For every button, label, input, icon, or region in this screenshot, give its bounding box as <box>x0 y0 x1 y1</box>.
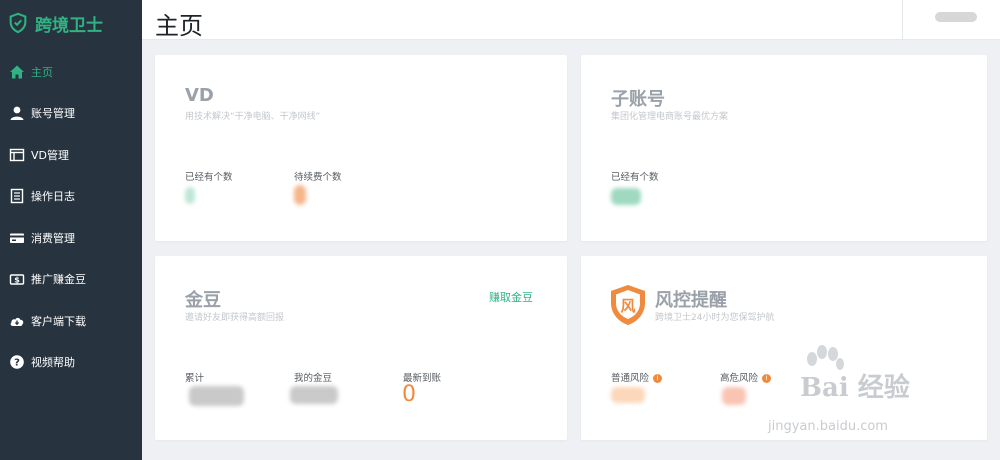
brand-logo[interactable]: 跨境卫士 <box>0 0 142 46</box>
promote-icon: $ <box>9 271 25 287</box>
beans-latest-value: 0 <box>402 382 416 407</box>
sidebar-item-label: VD管理 <box>31 148 69 162</box>
log-icon <box>9 188 25 204</box>
watermark-main: Bai 经验 <box>800 373 910 403</box>
watermark-sub: jingyan.baidu.com <box>768 419 888 434</box>
sidebar-item-label: 推广赚金豆 <box>31 273 86 287</box>
risk-shield-icon: 风 <box>608 283 648 327</box>
card-title: 金豆 <box>185 290 221 311</box>
beans-mine-label: 我的金豆 <box>294 373 333 384</box>
user-icon <box>9 105 25 121</box>
risk-normal-label: 普通风险 i <box>611 370 663 384</box>
sidebar-nav: 主页 账号管理 VD管理 操作日志 消费管理 $ 推广赚金豆 客户端下载 ? 视… <box>0 51 142 383</box>
risk-high-label-text: 高危风险 <box>720 373 759 384</box>
card-icon <box>9 230 25 246</box>
baidu-watermark: Bai 经验 jingyan.baidu.com <box>762 345 962 440</box>
sidebar-item-label: 账号管理 <box>31 107 75 121</box>
shield-logo-icon <box>9 12 27 34</box>
risk-shield-char: 风 <box>620 297 635 315</box>
beans-total-label: 累计 <box>185 373 205 384</box>
card-subtitle: 邀请好友即获得高额回报 <box>185 313 285 323</box>
vd-renew-label: 待续费个数 <box>294 172 342 183</box>
info-icon[interactable]: i <box>653 374 663 383</box>
sidebar-item-label: 客户端下载 <box>31 314 86 328</box>
sidebar-item-label: 视频帮助 <box>31 356 75 370</box>
risk-normal-label-text: 普通风险 <box>611 373 650 384</box>
sidebar-item-promote[interactable]: $ 推广赚金豆 <box>0 259 142 301</box>
vd-card: VD 用技术解决“干净电脑、干净网线” 已经有个数 待续费个数 <box>155 55 567 241</box>
subaccount-card: 子账号 集团化管理电商账号最优方案 已经有个数 <box>581 55 987 241</box>
top-header: 主页 <box>142 0 1000 40</box>
sidebar: 跨境卫士 主页 账号管理 VD管理 操作日志 消费管理 $ 推广赚金豆 客户端下… <box>0 0 142 460</box>
sidebar-item-home[interactable]: 主页 <box>0 51 142 93</box>
sidebar-item-accounts[interactable]: 账号管理 <box>0 93 142 135</box>
card-title: 风控提醒 <box>655 290 727 311</box>
sidebar-item-billing[interactable]: 消费管理 <box>0 217 142 259</box>
window-icon <box>9 147 25 163</box>
vd-renew-count <box>294 185 306 205</box>
card-subtitle: 集团化管理电商账号最优方案 <box>611 112 729 122</box>
user-account-menu[interactable] <box>935 12 977 22</box>
sidebar-item-vd[interactable]: VD管理 <box>0 134 142 176</box>
risk-high-count <box>722 387 746 405</box>
header-divider <box>902 0 903 40</box>
subaccount-owned-label: 已经有个数 <box>611 172 659 183</box>
beans-mine-value <box>290 386 338 404</box>
svg-text:$: $ <box>14 276 20 285</box>
vd-owned-label: 已经有个数 <box>185 172 233 183</box>
risk-normal-count <box>611 387 645 403</box>
brand-name: 跨境卫士 <box>35 15 103 36</box>
sidebar-item-label: 消费管理 <box>31 231 75 245</box>
sidebar-item-download[interactable]: 客户端下载 <box>0 300 142 342</box>
home-icon <box>9 64 25 80</box>
card-title: 子账号 <box>611 89 665 110</box>
sidebar-item-label: 操作日志 <box>31 190 75 204</box>
subaccount-owned-count <box>611 188 641 205</box>
card-title: VD <box>185 85 214 106</box>
cloud-download-icon <box>9 313 25 329</box>
sidebar-item-help[interactable]: ? 视频帮助 <box>0 342 142 384</box>
vd-owned-count <box>185 187 195 204</box>
svg-text:?: ? <box>14 358 20 369</box>
beans-total-value <box>189 386 244 406</box>
beans-card: 金豆 邀请好友即获得高额回报 赚取金豆 累计 我的金豆 最新到账 0 <box>155 256 567 440</box>
sidebar-item-logs[interactable]: 操作日志 <box>0 176 142 218</box>
card-subtitle: 跨境卫士24小时为您保驾护航 <box>655 313 775 323</box>
help-icon: ? <box>9 354 25 370</box>
page-title: 主页 <box>155 12 203 40</box>
card-subtitle: 用技术解决“干净电脑、干净网线” <box>185 112 321 122</box>
sidebar-item-label: 主页 <box>31 65 53 79</box>
earn-beans-link[interactable]: 赚取金豆 <box>489 289 533 305</box>
